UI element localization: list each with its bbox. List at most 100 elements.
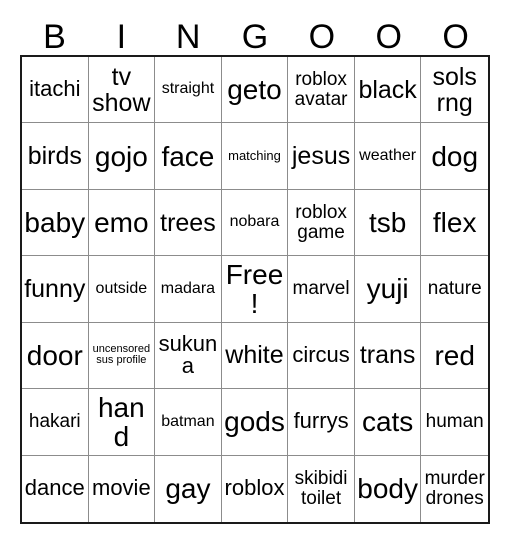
bingo-cell[interactable]: body bbox=[355, 455, 422, 522]
bingo-cell[interactable]: marvel bbox=[288, 256, 355, 323]
bingo-cell-label: nature bbox=[427, 278, 482, 300]
bingo-cell[interactable]: straight bbox=[155, 57, 222, 124]
bingo-cell[interactable]: yuji bbox=[354, 256, 422, 323]
bingo-cell[interactable]: gojo bbox=[88, 123, 156, 190]
bingo-cell-label: gay bbox=[165, 473, 211, 505]
bingo-grid: itachi tv show straight geto roblox avat… bbox=[20, 55, 490, 524]
bingo-cell-label: movie bbox=[92, 475, 151, 501]
bingo-cell[interactable]: gay bbox=[155, 455, 222, 522]
bingo-cell[interactable]: flex bbox=[421, 190, 488, 257]
bingo-cell-label: gods bbox=[224, 406, 285, 438]
bingo-cell[interactable]: matching bbox=[221, 123, 289, 190]
bingo-cell-label: yuji bbox=[366, 273, 409, 305]
bingo-cell-label: sukuna bbox=[158, 330, 218, 379]
bingo-free-space[interactable]: Free! bbox=[221, 256, 289, 323]
bingo-card: B I N G O O O itachi tv show straight ge… bbox=[0, 0, 511, 544]
bingo-cell-label: tv show bbox=[92, 62, 151, 117]
bingo-cell[interactable]: human bbox=[421, 389, 488, 456]
bingo-cell-label: cats bbox=[361, 406, 414, 438]
bingo-cell[interactable]: madara bbox=[155, 256, 222, 323]
header-letter-3: N bbox=[175, 18, 201, 56]
bingo-cell-label: door bbox=[26, 339, 83, 371]
bingo-cell[interactable]: circus bbox=[288, 322, 355, 390]
bingo-cell-label: straight bbox=[161, 80, 215, 98]
bingo-cell-label: batman bbox=[161, 412, 215, 430]
bingo-cell-label: body bbox=[357, 473, 418, 505]
bingo-cell-label: black bbox=[358, 75, 417, 104]
bingo-cell-label: geto bbox=[227, 74, 282, 106]
bingo-cell-label: furrys bbox=[293, 408, 349, 434]
bingo-free-space-label: Free! bbox=[225, 258, 284, 319]
bingo-cell[interactable]: hakari bbox=[22, 389, 89, 456]
bingo-cell[interactable]: tsb bbox=[354, 189, 422, 257]
bingo-cell[interactable]: face bbox=[155, 123, 222, 190]
bingo-cell-label: outside bbox=[95, 279, 148, 297]
bingo-cell-label: hand bbox=[97, 391, 145, 452]
bingo-cell-label: uncensored sus profile bbox=[92, 342, 151, 367]
bingo-cell[interactable]: emo bbox=[88, 189, 156, 257]
header-letter-4: G bbox=[241, 18, 269, 56]
bingo-cell[interactable]: roblox bbox=[222, 455, 289, 522]
bingo-cell-label: gojo bbox=[94, 140, 148, 172]
bingo-cell[interactable]: baby bbox=[22, 189, 89, 257]
bingo-cell[interactable]: dance bbox=[22, 455, 89, 522]
bingo-cell-label: human bbox=[425, 410, 484, 432]
bingo-cell[interactable]: batman bbox=[155, 389, 222, 456]
header-letter-1: B bbox=[43, 18, 66, 56]
bingo-cell[interactable]: jesus bbox=[288, 123, 355, 190]
bingo-cell-label: flex bbox=[432, 207, 477, 238]
bingo-cell[interactable]: nobara bbox=[221, 189, 289, 257]
bingo-cell[interactable]: nature bbox=[421, 256, 488, 323]
bingo-cell[interactable]: roblox avatar bbox=[288, 57, 355, 124]
bingo-cell-label: weather bbox=[359, 146, 417, 164]
bingo-cell-label: circus bbox=[292, 341, 350, 367]
bingo-header-row: B I N G O O O bbox=[21, 12, 489, 56]
bingo-cell[interactable]: weather bbox=[354, 123, 422, 190]
bingo-cell-label: roblox avatar bbox=[294, 68, 348, 110]
bingo-cell[interactable]: birds bbox=[22, 123, 89, 190]
bingo-cell[interactable]: white bbox=[221, 322, 289, 390]
header-letter-2: I bbox=[116, 18, 127, 56]
bingo-cell[interactable]: dog bbox=[421, 123, 488, 190]
bingo-cell[interactable]: cats bbox=[354, 389, 422, 456]
bingo-cell-label: birds bbox=[27, 142, 82, 171]
bingo-cell-label: roblox bbox=[224, 475, 285, 501]
bingo-cell-label: jesus bbox=[291, 142, 351, 171]
bingo-cell[interactable]: murder drones bbox=[421, 456, 488, 522]
bingo-cell-label: murder drones bbox=[424, 468, 485, 509]
bingo-cell[interactable]: tv show bbox=[88, 57, 156, 124]
bingo-cell-label: marvel bbox=[292, 278, 350, 300]
bingo-cell-label: roblox game bbox=[295, 201, 347, 243]
bingo-cell[interactable]: skibidi toilet bbox=[288, 455, 355, 522]
bingo-cell[interactable]: sukuna bbox=[155, 322, 222, 390]
bingo-cell-label: madara bbox=[160, 279, 216, 297]
bingo-cell-label: nobara bbox=[229, 213, 280, 231]
bingo-cell[interactable]: sols rng bbox=[421, 57, 488, 124]
bingo-cell[interactable]: geto bbox=[221, 57, 289, 124]
bingo-cell-label: trees bbox=[160, 208, 216, 237]
bingo-cell[interactable]: roblox game bbox=[288, 189, 355, 257]
bingo-cell-label: face bbox=[161, 140, 215, 172]
bingo-cell[interactable]: uncensored sus profile bbox=[88, 322, 156, 390]
bingo-cell[interactable]: outside bbox=[88, 256, 156, 323]
bingo-cell[interactable]: door bbox=[22, 322, 89, 390]
bingo-cell-label: itachi bbox=[29, 76, 81, 102]
header-letter-6: O bbox=[375, 18, 402, 56]
bingo-cell-label: matching bbox=[228, 148, 281, 164]
header-letter-5: O bbox=[308, 18, 336, 56]
bingo-cell[interactable]: red bbox=[421, 323, 488, 390]
bingo-cell[interactable]: gods bbox=[221, 389, 289, 456]
bingo-cell[interactable]: itachi bbox=[22, 57, 89, 124]
header-letter-7: O bbox=[442, 18, 469, 56]
bingo-cell[interactable]: trees bbox=[155, 189, 222, 257]
bingo-cell-label: baby bbox=[24, 207, 86, 238]
bingo-cell[interactable]: movie bbox=[89, 455, 156, 522]
bingo-cell[interactable]: trans bbox=[354, 322, 422, 390]
bingo-cell-label: white bbox=[225, 341, 284, 370]
bingo-cell[interactable]: funny bbox=[22, 256, 89, 323]
bingo-cell[interactable]: furrys bbox=[288, 389, 355, 456]
bingo-cell-label: emo bbox=[94, 207, 149, 238]
bingo-cell[interactable]: black bbox=[354, 57, 422, 124]
bingo-cell[interactable]: hand bbox=[88, 389, 156, 456]
bingo-cell-label: skibidi toilet bbox=[294, 468, 348, 509]
